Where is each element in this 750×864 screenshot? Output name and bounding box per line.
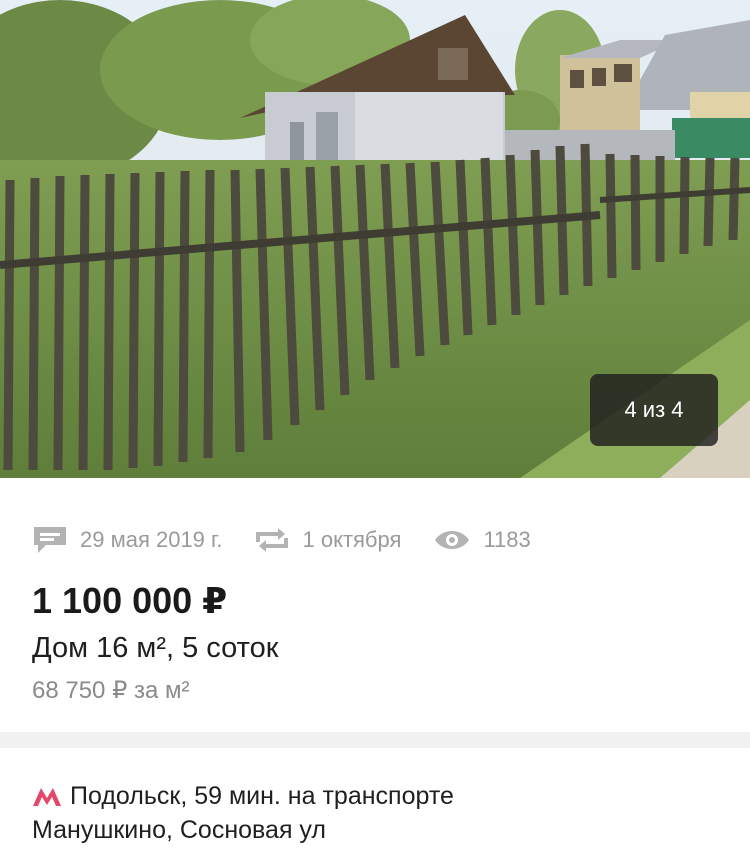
listing-price: 1 100 000 ₽ xyxy=(32,580,228,621)
updated-date: 1 октября xyxy=(254,526,401,554)
transport-text: Подольск, 59 мин. на транспорте xyxy=(70,782,454,810)
updated-text: 1 октября xyxy=(302,527,402,552)
metro-icon xyxy=(33,787,61,806)
published-date: 29 мая 2019 г. xyxy=(32,525,222,555)
price-per-square-meter: 68 750 ₽ за м² xyxy=(32,677,190,704)
location-address[interactable]: Манушкино, Сосновая ул xyxy=(32,816,326,845)
listing-photo[interactable]: 4 из 4 xyxy=(0,0,750,478)
location-transport[interactable]: Подольск, 59 мин. на транспорте xyxy=(32,782,454,811)
comment-icon xyxy=(34,527,66,553)
section-divider xyxy=(0,732,750,748)
published-text: 29 мая 2019 г. xyxy=(80,527,223,552)
eye-icon xyxy=(435,531,470,549)
photo-counter: 4 из 4 xyxy=(590,374,718,446)
views-count: 1183 xyxy=(433,527,531,553)
views-text: 1183 xyxy=(483,527,531,552)
refresh-icon xyxy=(256,528,289,552)
listing-meta: 29 мая 2019 г. 1 октября 1183 xyxy=(32,520,563,560)
listing-summary: Дом 16 м², 5 соток xyxy=(32,632,279,664)
